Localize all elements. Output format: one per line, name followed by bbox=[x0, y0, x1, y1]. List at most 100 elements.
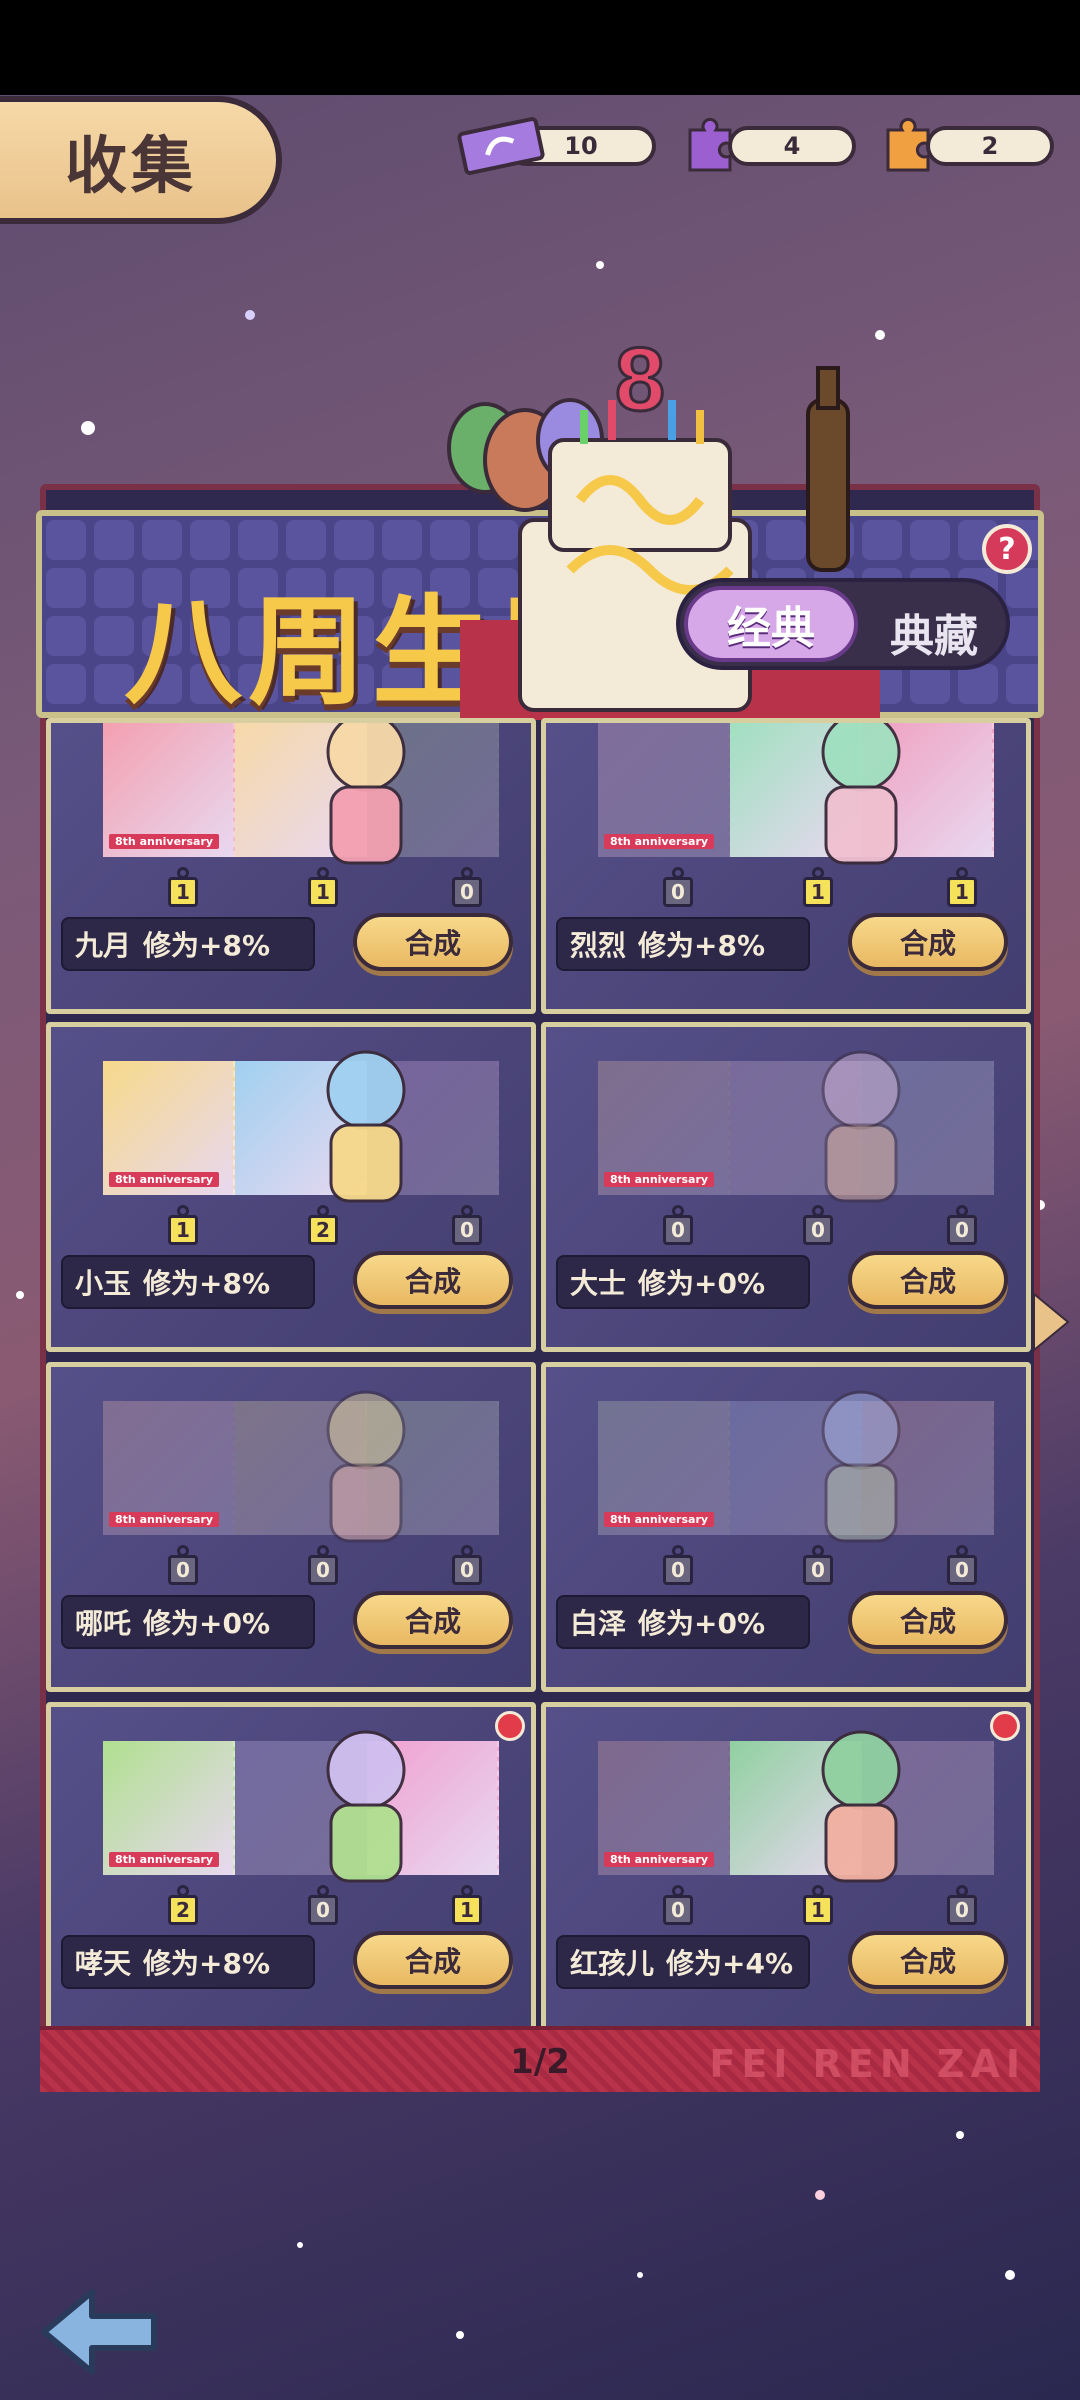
tag-ring bbox=[461, 1205, 473, 1217]
character-portrait bbox=[821, 1730, 901, 1883]
piece-count: 0 bbox=[947, 1895, 977, 1925]
piece-count-tag: 0 bbox=[452, 1545, 482, 1585]
character-portrait bbox=[326, 1730, 406, 1883]
piece-count-tag: 0 bbox=[663, 867, 693, 907]
piece-count-tag: 0 bbox=[663, 1545, 693, 1585]
tag-ring bbox=[177, 1545, 189, 1557]
card-name-box: 大士 修为+0% bbox=[556, 1255, 810, 1309]
character-portrait bbox=[821, 1050, 901, 1203]
cultivation-bonus: 修为+8% bbox=[638, 929, 766, 962]
cultivation-bonus: 修为+0% bbox=[638, 1267, 766, 1300]
tag-ring bbox=[317, 1205, 329, 1217]
tag-ring bbox=[672, 1545, 684, 1557]
piece-count-tag: 0 bbox=[663, 1205, 693, 1245]
piece-count: 0 bbox=[452, 877, 482, 907]
piece-count: 1 bbox=[947, 877, 977, 907]
currency-orange-value: 2 bbox=[926, 126, 1054, 166]
anniversary-label: 8th anniversary bbox=[109, 1852, 220, 1867]
piece-count-tag: 2 bbox=[308, 1205, 338, 1245]
merge-button[interactable]: 合成 bbox=[848, 1251, 1008, 1309]
card-name-box: 白泽 修为+0% bbox=[556, 1595, 810, 1649]
ticket-icon bbox=[457, 117, 545, 175]
anniversary-label: 8th anniversary bbox=[109, 1172, 220, 1187]
merge-button[interactable]: 合成 bbox=[353, 1931, 513, 1989]
currency-ticket[interactable]: 10 bbox=[456, 117, 656, 175]
character-card[interactable]: 8th anniversary 0 1 1 烈烈 修为+8% 合成 bbox=[541, 718, 1031, 1014]
character-portrait bbox=[821, 1390, 901, 1543]
piece-count: 1 bbox=[803, 1895, 833, 1925]
character-name: 九月 bbox=[75, 929, 132, 962]
back-arrow-icon[interactable] bbox=[36, 2282, 162, 2382]
piece-count-tag: 1 bbox=[803, 867, 833, 907]
piece-count: 0 bbox=[803, 1555, 833, 1585]
tag-ring bbox=[956, 867, 968, 879]
cultivation-bonus: 修为+0% bbox=[638, 1607, 766, 1640]
character-name: 红孩儿 bbox=[570, 1947, 655, 1980]
help-button[interactable]: ? bbox=[982, 524, 1032, 574]
piece-count-tag: 0 bbox=[947, 1205, 977, 1245]
piece-count-tag: 2 bbox=[168, 1885, 198, 1925]
character-card[interactable]: 8th anniversary 0 0 0 大士 修为+0% 合成 bbox=[541, 1022, 1031, 1352]
tag-ring bbox=[956, 1885, 968, 1897]
next-page-arrow-icon[interactable] bbox=[1028, 1290, 1072, 1354]
cultivation-bonus: 修为+8% bbox=[143, 1947, 271, 1980]
cultivation-bonus: 修为+0% bbox=[143, 1607, 271, 1640]
tag-ring bbox=[672, 1885, 684, 1897]
merge-button[interactable]: 合成 bbox=[848, 1931, 1008, 1989]
card-name-box: 小玉 修为+8% bbox=[61, 1255, 315, 1309]
merge-button[interactable]: 合成 bbox=[353, 1251, 513, 1309]
anniversary-label: 8th anniversary bbox=[604, 1852, 715, 1867]
tag-ring bbox=[812, 1885, 824, 1897]
card-name-box: 哪吒 修为+0% bbox=[61, 1595, 315, 1649]
character-card[interactable]: 8th anniversary 0 0 0 哪吒 修为+0% 合成 bbox=[46, 1362, 536, 1692]
piece-count: 0 bbox=[452, 1555, 482, 1585]
merge-button[interactable]: 合成 bbox=[848, 1591, 1008, 1649]
status-bar bbox=[0, 0, 1080, 95]
piece-count: 0 bbox=[663, 1895, 693, 1925]
piece-count: 1 bbox=[803, 877, 833, 907]
currency-orange-puzzle[interactable]: 2 bbox=[882, 117, 1054, 172]
character-card[interactable]: 8th anniversary 0 1 0 红孩儿 修为+4% 合成 bbox=[541, 1702, 1031, 2032]
piece-count: 0 bbox=[803, 1215, 833, 1245]
character-card[interactable]: 8th anniversary 1 2 0 小玉 修为+8% 合成 bbox=[46, 1022, 536, 1352]
anniversary-label: 8th anniversary bbox=[109, 1512, 220, 1527]
tag-ring bbox=[812, 1545, 824, 1557]
piece-count: 1 bbox=[168, 877, 198, 907]
anniversary-label: 8th anniversary bbox=[604, 834, 715, 849]
character-name: 大士 bbox=[570, 1267, 627, 1300]
cultivation-bonus: 修为+8% bbox=[143, 1267, 271, 1300]
tag-ring bbox=[461, 1885, 473, 1897]
tag-ring bbox=[812, 867, 824, 879]
piece-count: 0 bbox=[168, 1555, 198, 1585]
category-toggle[interactable]: 经典 典藏 bbox=[676, 578, 1010, 670]
merge-button[interactable]: 合成 bbox=[848, 913, 1008, 971]
tag-ring bbox=[177, 867, 189, 879]
piece-count-tag: 0 bbox=[308, 1545, 338, 1585]
currency-purple-puzzle[interactable]: 4 bbox=[684, 117, 856, 172]
page-indicator-bar: 1/2 FEI REN ZAI bbox=[40, 2026, 1040, 2092]
piece-count: 0 bbox=[947, 1215, 977, 1245]
tab-collector[interactable]: 典藏 bbox=[890, 600, 978, 664]
cultivation-bonus: 修为+4% bbox=[666, 1947, 794, 1980]
tag-ring bbox=[461, 867, 473, 879]
character-card[interactable]: 8th anniversary 2 0 1 哮天 修为+8% 合成 bbox=[46, 1702, 536, 2032]
piece-count-tag: 1 bbox=[168, 1205, 198, 1245]
merge-button[interactable]: 合成 bbox=[353, 913, 513, 971]
purple-puzzle-icon bbox=[688, 117, 732, 172]
brand-watermark: FEI REN ZAI bbox=[709, 2042, 1026, 2086]
character-card[interactable]: 8th anniversary 1 1 0 九月 修为+8% 合成 bbox=[46, 718, 536, 1014]
page-title: 收集 bbox=[64, 129, 197, 202]
tab-classic[interactable]: 经典 bbox=[684, 586, 858, 662]
piece-count-tag: 1 bbox=[803, 1885, 833, 1925]
tab-classic-label: 经典 bbox=[727, 603, 815, 654]
tag-ring bbox=[672, 1205, 684, 1217]
card-name-box: 烈烈 修为+8% bbox=[556, 917, 810, 971]
character-portrait bbox=[326, 1050, 406, 1203]
tag-ring bbox=[956, 1545, 968, 1557]
character-portrait bbox=[326, 723, 406, 865]
character-card[interactable]: 8th anniversary 0 0 0 白泽 修为+0% 合成 bbox=[541, 1362, 1031, 1692]
tag-ring bbox=[177, 1885, 189, 1897]
merge-button[interactable]: 合成 bbox=[353, 1591, 513, 1649]
anniversary-label: 8th anniversary bbox=[109, 834, 220, 849]
tag-ring bbox=[317, 1545, 329, 1557]
